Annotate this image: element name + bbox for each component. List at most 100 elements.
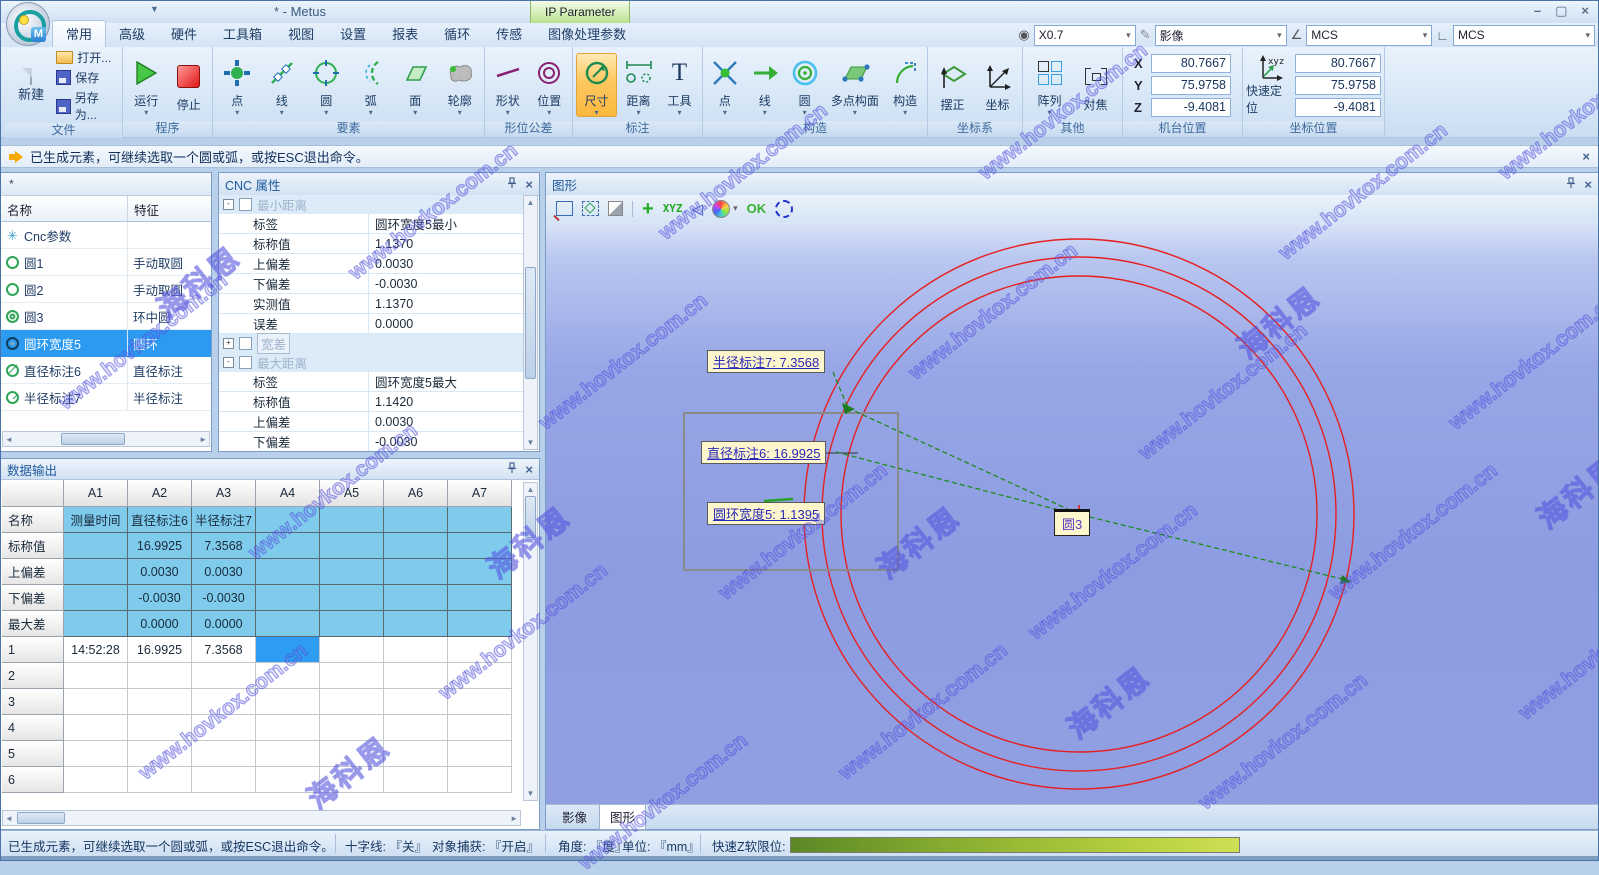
output-cell[interactable] <box>192 689 256 715</box>
output-cell[interactable] <box>320 507 384 533</box>
tree-row[interactable]: 半径标注7半径标注 <box>1 384 211 411</box>
output-cell[interactable] <box>320 741 384 767</box>
ribbon-tab-5[interactable]: 设置 <box>327 21 379 47</box>
circle-button[interactable]: 圆▾ <box>305 54 348 116</box>
output-cell[interactable] <box>192 767 256 793</box>
ribbon-tab-6[interactable]: 报表 <box>379 21 431 47</box>
status-angle[interactable]: 角度: 『度』 <box>558 836 627 855</box>
line-button[interactable]: 线▾ <box>261 54 304 116</box>
output-cell[interactable]: 7.3568 <box>192 533 256 559</box>
output-cell[interactable] <box>384 533 448 559</box>
output-cell[interactable] <box>448 715 512 741</box>
cs-combo-2[interactable]: MCS▾ <box>1453 25 1595 46</box>
tree-row[interactable]: 圆环宽度5圆环 <box>1 330 211 357</box>
radius-annotation-label[interactable]: 半径标注7: 7.3568 <box>707 350 825 373</box>
output-cell[interactable]: -0.0030 <box>192 585 256 611</box>
output-hscrollbar[interactable]: ◄ ► <box>2 810 521 826</box>
output-cell[interactable] <box>256 611 320 637</box>
output-cell[interactable] <box>64 559 128 585</box>
scroll-thumb[interactable] <box>17 812 65 824</box>
crosshair-icon[interactable]: ◉ <box>1018 27 1029 43</box>
close-icon[interactable]: × <box>525 462 533 477</box>
output-cell[interactable] <box>320 689 384 715</box>
floating-document-tab[interactable]: IP Parameter <box>530 0 630 23</box>
checkbox[interactable] <box>239 356 252 369</box>
output-cell[interactable] <box>192 715 256 741</box>
output-cell[interactable] <box>256 767 320 793</box>
scroll-up-icon[interactable]: ▲ <box>527 198 535 207</box>
scroll-right-icon[interactable]: ► <box>510 814 518 823</box>
zoom-combo[interactable]: X0.7▾ <box>1034 25 1136 46</box>
status-crosshair[interactable]: 十字线: 『关』 <box>345 836 427 855</box>
zoom-window-button[interactable] <box>556 201 573 216</box>
output-cell[interactable] <box>384 559 448 585</box>
output-row-header[interactable]: 最大差 <box>2 611 64 637</box>
output-cell[interactable] <box>64 663 128 689</box>
graph-canvas[interactable]: 半径标注7: 7.3568 直径标注6: 16.9925 圆环宽度5: 1.13… <box>546 222 1598 805</box>
pen-icon[interactable]: ✎ <box>1140 27 1151 43</box>
output-row-header[interactable]: 2 <box>2 663 64 689</box>
shape-button[interactable]: 形状▾ <box>488 54 528 116</box>
output-col-header-A7[interactable]: A7 <box>448 480 512 507</box>
cnc-property-row[interactable]: 标称值1.1420 <box>219 392 524 412</box>
preview-button[interactable] <box>608 201 623 216</box>
output-row-header[interactable]: 6 <box>2 767 64 793</box>
collapse-icon[interactable]: - <box>223 357 234 368</box>
close-icon[interactable]: × <box>525 177 533 192</box>
construct-point-button[interactable]: 点▾ <box>706 54 744 116</box>
output-row-header[interactable]: 下偏差 <box>2 585 64 611</box>
output-col-header-A5[interactable]: A5 <box>320 480 384 507</box>
open-button[interactable]: 打开... <box>56 49 119 66</box>
scroll-right-icon[interactable]: ► <box>199 435 207 444</box>
diameter-annotation-label[interactable]: 直径标注6: 16.9925 <box>701 441 826 464</box>
output-cell[interactable]: 0.0030 <box>128 559 192 585</box>
ribbon-tab-7[interactable]: 循环 <box>431 21 483 47</box>
output-cell[interactable] <box>128 689 192 715</box>
construct-line-button[interactable]: 线▾ <box>746 54 784 116</box>
output-cell[interactable]: -0.0030 <box>128 585 192 611</box>
output-row-header[interactable]: 4 <box>2 715 64 741</box>
output-cell[interactable] <box>256 741 320 767</box>
output-cell[interactable] <box>128 715 192 741</box>
save-button[interactable]: 保存 <box>56 69 119 86</box>
output-col-header-A4[interactable]: A4 <box>256 480 320 507</box>
xyz-button[interactable]: XYZ <box>663 202 683 215</box>
tree-col-name[interactable]: 名称 <box>1 196 128 221</box>
output-cell[interactable] <box>64 689 128 715</box>
output-cell[interactable] <box>448 559 512 585</box>
ribbon-tab-0[interactable]: 常用 <box>52 20 106 47</box>
output-cell[interactable] <box>384 767 448 793</box>
output-cell[interactable] <box>64 715 128 741</box>
align-button[interactable]: 摆正 <box>931 58 974 113</box>
output-cell[interactable] <box>448 689 512 715</box>
output-cell[interactable] <box>320 637 384 663</box>
output-cell[interactable] <box>384 507 448 533</box>
cnc-property-row[interactable]: 下偏差-0.0030 <box>219 432 524 451</box>
output-cell[interactable] <box>320 611 384 637</box>
output-cell[interactable] <box>128 741 192 767</box>
construct-button[interactable]: 构造▾ <box>886 54 924 116</box>
restore-button[interactable]: ▢ <box>1555 3 1567 19</box>
output-cell[interactable] <box>256 715 320 741</box>
output-vscrollbar[interactable]: ▲ ▼ <box>523 482 538 801</box>
output-cell[interactable] <box>448 585 512 611</box>
output-cell[interactable] <box>192 663 256 689</box>
back-button[interactable]: ◁ <box>692 200 704 218</box>
run-button[interactable]: 运行▾ <box>126 54 167 116</box>
save-as-button[interactable]: 另存为... <box>56 89 119 123</box>
output-cell[interactable]: 0.0000 <box>128 611 192 637</box>
arc-button[interactable]: 弧▾ <box>350 54 393 116</box>
output-cell[interactable] <box>128 663 192 689</box>
output-row-header[interactable]: 5 <box>2 741 64 767</box>
point-button[interactable]: 点▾ <box>216 54 259 116</box>
quick-access-dropdown-icon[interactable]: ▼ <box>150 4 159 14</box>
output-cell[interactable] <box>256 507 320 533</box>
cnc-property-row[interactable]: 上偏差0.0030 <box>219 254 524 274</box>
ribbon-tab-4[interactable]: 视图 <box>275 21 327 47</box>
close-button[interactable]: × <box>1581 3 1589 19</box>
output-cell[interactable]: 直径标注6 <box>128 507 192 533</box>
ribbon-tab-9[interactable]: 图像处理参数 <box>535 21 639 47</box>
output-col-header-A3[interactable]: A3 <box>192 480 256 507</box>
plane-button[interactable]: 面▾ <box>394 54 437 116</box>
array-button[interactable]: 阵列▾ <box>1028 54 1072 116</box>
